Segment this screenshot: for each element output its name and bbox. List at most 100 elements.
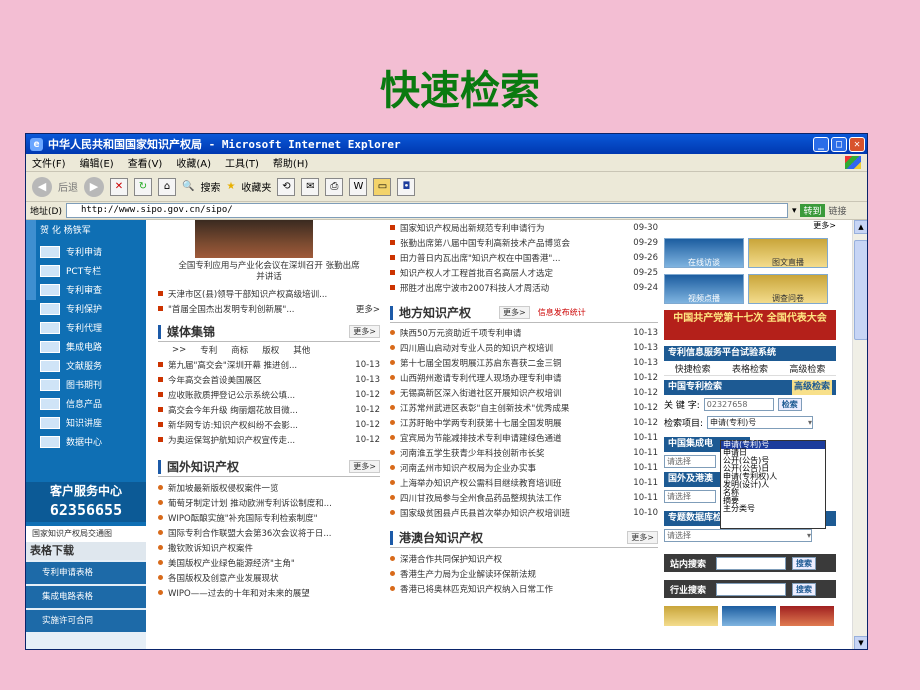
- list-item[interactable]: "首届全国杰出发明专利创新展"... 更多>: [158, 301, 380, 316]
- list-item[interactable]: 四川眉山启动对专业人员的知识产权培训 10-13: [390, 340, 658, 355]
- list-item[interactable]: 第九届"高交会"深圳开幕 推进创... 10-13: [158, 357, 380, 372]
- address-input[interactable]: http://www.sipo.gov.cn/sipo/: [65, 203, 788, 218]
- banner-image[interactable]: [780, 606, 834, 626]
- list-item[interactable]: 各国版权及创意产业发展现状: [158, 570, 380, 585]
- more-link[interactable]: 更多>: [349, 325, 380, 338]
- links-label[interactable]: 链接: [829, 204, 847, 217]
- mail-icon[interactable]: ✉: [301, 177, 320, 196]
- list-item[interactable]: 香港生产力局为企业解读环保新法规: [390, 566, 658, 581]
- minimize-button[interactable]: _: [813, 136, 829, 152]
- close-button[interactable]: ✕: [849, 136, 865, 152]
- menu-view[interactable]: 查看(V): [128, 155, 163, 170]
- list-item[interactable]: 应收账款质押登记公示系统公填... 10-12: [158, 387, 380, 402]
- news-photo[interactable]: [195, 220, 313, 258]
- favorites-label[interactable]: 收藏夹: [241, 179, 271, 194]
- nav-item[interactable]: 数据中心: [40, 432, 144, 451]
- industry-search-button[interactable]: 搜索: [792, 582, 817, 596]
- maximize-button[interactable]: □: [831, 136, 847, 152]
- list-item[interactable]: 今年高交会首设美国展区 10-13: [158, 372, 380, 387]
- banner-image[interactable]: [722, 606, 776, 626]
- nav-item[interactable]: 专利审查: [40, 280, 144, 299]
- list-item[interactable]: 知识产权人才工程首批百名高层人才选定 09-25: [390, 265, 658, 280]
- go-button[interactable]: 转到: [800, 204, 825, 217]
- site-search-button[interactable]: 搜索: [792, 556, 817, 570]
- history-icon[interactable]: ⟲: [277, 177, 296, 196]
- menu-edit[interactable]: 编辑(E): [80, 155, 114, 170]
- survey-button[interactable]: 调查问卷: [748, 274, 828, 304]
- list-item[interactable]: 江苏常州武进区表彰"自主创新技术"优秀成果 10-12: [390, 400, 658, 415]
- topic-select[interactable]: 请选择 ▾: [664, 528, 812, 542]
- more-link[interactable]: 更多>: [660, 220, 840, 234]
- online-interview-button[interactable]: 在线访谈: [664, 238, 744, 268]
- service-center[interactable]: 客户服务中心 62356655: [26, 482, 146, 522]
- forms-item[interactable]: 集成电路表格: [26, 586, 146, 608]
- nav-item[interactable]: 集成电路: [40, 337, 144, 356]
- list-item[interactable]: 田力普日内瓦出席"知识产权在中国香港"... 09-26: [390, 250, 658, 265]
- forms-item[interactable]: 实施许可合同: [26, 610, 146, 632]
- search-label[interactable]: 搜索: [200, 179, 220, 194]
- more-link[interactable]: 更多>: [499, 306, 530, 319]
- foreign-select[interactable]: 请选择: [664, 489, 716, 503]
- list-item[interactable]: 深港合作共同保护知识产权: [390, 551, 658, 566]
- more-link[interactable]: 更多>: [349, 460, 380, 473]
- list-item[interactable]: 河南淮五学生获青少年科技创新市长奖 10-11: [390, 445, 658, 460]
- nav-item[interactable]: 文献服务: [40, 356, 144, 375]
- scroll-thumb[interactable]: [854, 240, 867, 340]
- field-dropdown-list[interactable]: 申请(专利)号 申请日 公开(公告)号 公开(公告)日 申请(专利权)人 发明(…: [720, 440, 826, 529]
- advanced-search-button[interactable]: 高级检索: [791, 380, 832, 395]
- list-item[interactable]: 天津市区(县)领导干部知识产权高级培训...: [158, 286, 380, 301]
- nav-item[interactable]: 专利代理: [40, 318, 144, 337]
- menu-file[interactable]: 文件(F): [32, 155, 66, 170]
- list-item[interactable]: 邢胜才出席宁波市2007科技人才周活动 09-24: [390, 280, 658, 295]
- forms-item[interactable]: 专利申请表格: [26, 562, 146, 584]
- list-item[interactable]: 江苏盱眙中学两专利获第十七届全国发明展 10-12: [390, 415, 658, 430]
- edit-icon[interactable]: W: [349, 177, 368, 196]
- more-link[interactable]: 更多>: [627, 531, 658, 544]
- congress-banner[interactable]: 中国共产党第十七次 全国代表大会: [664, 310, 836, 340]
- list-item[interactable]: 张勤出席第八届中国专利高新技术产品博览会 09-29: [390, 235, 658, 250]
- scroll-down-icon[interactable]: ▼: [854, 636, 867, 649]
- list-item[interactable]: 高交会今年升级 绚丽烟花放目微... 10-12: [158, 402, 380, 417]
- list-item[interactable]: 第十七届全国发明展江苏启东喜获二金三铜 10-13: [390, 355, 658, 370]
- list-item[interactable]: 国家级贫困县卢氏县首次举办知识产权培训班 10-10: [390, 505, 658, 520]
- nav-item[interactable]: 专利保护: [40, 299, 144, 318]
- field-select[interactable]: 申请(专利)号 ▾: [707, 415, 814, 429]
- back-icon[interactable]: ◀: [32, 176, 52, 197]
- search-button[interactable]: 检索: [777, 397, 802, 411]
- print-icon[interactable]: ⎙: [325, 177, 344, 196]
- list-item[interactable]: 山西朔州邀请专利代理人现场办理专利申请 10-12: [390, 370, 658, 385]
- ic-select[interactable]: 请选择: [664, 454, 716, 468]
- list-item[interactable]: 四川甘孜局参与全州食品药品整规执法工作 10-11: [390, 490, 658, 505]
- home-icon[interactable]: ⌂: [158, 177, 176, 196]
- list-item[interactable]: 无锡高新区深入街道社区开展知识产权培训 10-12: [390, 385, 658, 400]
- list-item[interactable]: 新华网专访:知识产权纠纷不会影... 10-12: [158, 417, 380, 432]
- folder-icon[interactable]: ▭: [373, 177, 392, 196]
- list-item[interactable]: 葡萄牙制定计划 推动欧洲专利诉讼制度和...: [158, 495, 380, 510]
- dropdown-icon[interactable]: ▾: [792, 206, 797, 216]
- list-item[interactable]: 国际专利合作联盟大会第36次会议将于日...: [158, 525, 380, 540]
- stop-icon[interactable]: ✕: [110, 177, 128, 196]
- messenger-icon[interactable]: ◘: [397, 177, 416, 196]
- industry-search-input[interactable]: [716, 582, 787, 596]
- menu-help[interactable]: 帮助(H): [273, 155, 308, 170]
- search-icon[interactable]: 🔍: [182, 181, 194, 192]
- nav-item[interactable]: 图书期刊: [40, 375, 144, 394]
- back-label[interactable]: 后退: [58, 179, 78, 194]
- nav-item[interactable]: PCT专栏: [40, 261, 144, 280]
- refresh-icon[interactable]: ↻: [134, 177, 152, 196]
- dropdown-option[interactable]: 主分类号: [721, 505, 825, 513]
- nav-item[interactable]: 知识讲座: [40, 413, 144, 432]
- nav-item[interactable]: 专利申请: [40, 242, 144, 261]
- menu-tools[interactable]: 工具(T): [225, 155, 259, 170]
- list-item[interactable]: 上海举办知识产权公需科目继续教育培训班 10-11: [390, 475, 658, 490]
- banner-image[interactable]: [664, 606, 718, 626]
- list-item[interactable]: WIPO——过去的十年和对未来的展望: [158, 585, 380, 600]
- keyword-input[interactable]: 02327658: [703, 397, 774, 411]
- nav-item[interactable]: 信息产品: [40, 394, 144, 413]
- site-search-input[interactable]: [716, 556, 787, 570]
- list-item[interactable]: 香港已将奥林匹克知识产权纳入日常工作: [390, 581, 658, 596]
- list-item[interactable]: 宜宾局为节能减排技术专利申请建绿色通道 10-11: [390, 430, 658, 445]
- photo-caption[interactable]: 全国专利应用与产业化会议在深圳召开 张勤出席并讲话: [158, 258, 380, 286]
- traffic-map-link[interactable]: 国家知识产权局交通图: [26, 526, 146, 542]
- list-item[interactable]: 国家知识产权局出新规范专利申请行为 09-30: [390, 220, 658, 235]
